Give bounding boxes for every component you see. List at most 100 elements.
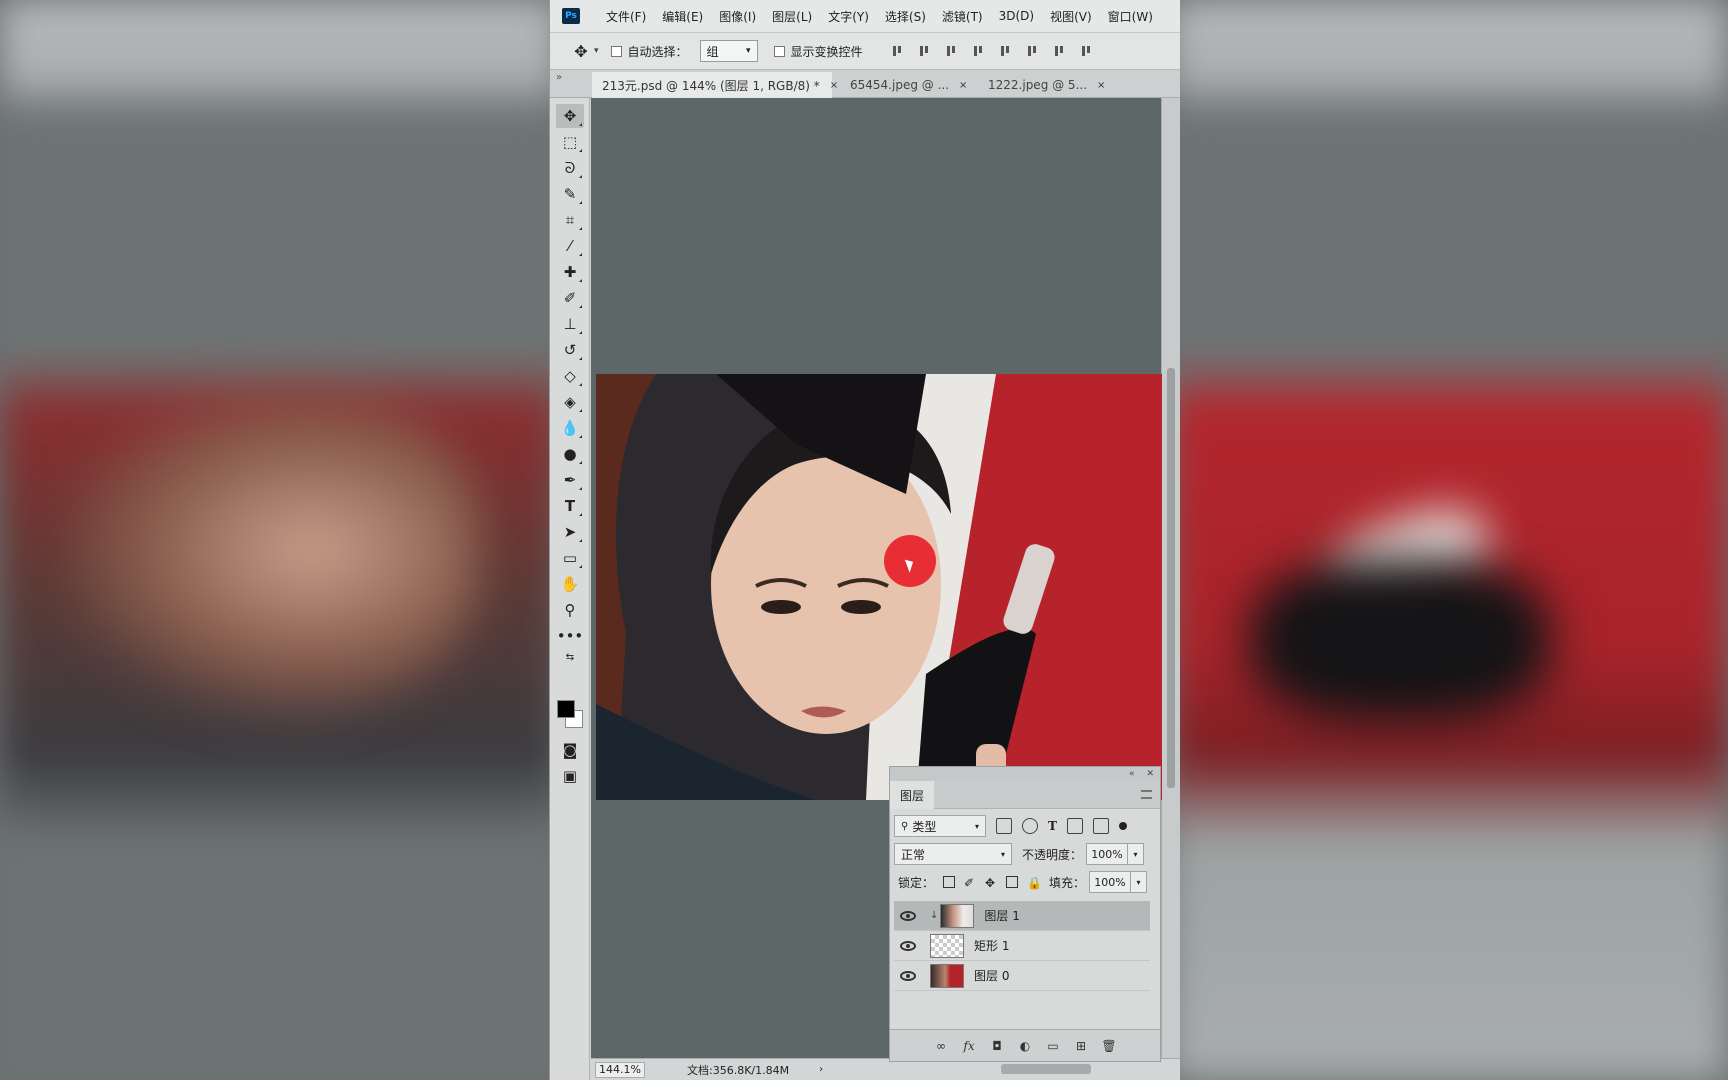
close-icon[interactable]: ✕ xyxy=(1146,769,1154,779)
lock-all-icon[interactable]: 🔒 xyxy=(1027,876,1042,890)
filter-row: ⚲ 类型 ▾ T xyxy=(894,815,1127,837)
close-icon[interactable]: × xyxy=(959,80,967,91)
adjustment-filter-icon[interactable] xyxy=(1022,818,1038,834)
tab-1222-jpeg[interactable]: 1222.jpeg @ 5... × xyxy=(978,72,1108,98)
auto-select-checkbox[interactable] xyxy=(610,45,622,57)
pen-icon[interactable]: ✒ xyxy=(556,468,584,492)
hand-icon[interactable]: ✋ xyxy=(556,572,584,596)
auto-select-dropdown[interactable]: 组 ▾ xyxy=(699,40,758,62)
type-icon[interactable]: T xyxy=(556,494,584,518)
stamp-icon[interactable]: ⊥ xyxy=(556,312,584,336)
eraser-icon[interactable]: ◇ xyxy=(556,364,584,388)
move-tool-icon[interactable]: ✥ xyxy=(556,104,584,128)
lock-artboard-icon[interactable] xyxy=(1006,876,1019,888)
history-brush-icon[interactable]: ↺ xyxy=(556,338,584,362)
tab-213-psd[interactable]: 213元.psd @ 144% (图层 1, RGB/8) * × xyxy=(592,72,838,98)
eye-icon[interactable] xyxy=(900,910,916,921)
smart-object-filter-icon[interactable] xyxy=(1092,818,1109,834)
lock-transparent-icon[interactable] xyxy=(943,876,956,888)
chevron-down-icon[interactable]: ▾ xyxy=(594,46,599,56)
vertical-scrollbar[interactable] xyxy=(1161,98,1180,1058)
menu-view[interactable]: 视图(V) xyxy=(1050,8,1092,25)
opacity-input[interactable]: 100% xyxy=(1086,843,1129,865)
chevron-down-icon[interactable]: ▾ xyxy=(1128,843,1145,865)
collapse-panels-icon[interactable]: » xyxy=(556,72,562,83)
screen-mode-icon[interactable]: ▣ xyxy=(556,764,584,788)
zoom-level[interactable]: 144.1% xyxy=(595,1061,645,1078)
align-bottom-icon[interactable] xyxy=(945,44,959,58)
document-tabs: » 213元.psd @ 144% (图层 1, RGB/8) * × 6545… xyxy=(550,70,1180,98)
panel-menu-icon[interactable] xyxy=(1141,790,1152,799)
blur-icon[interactable]: 💧 xyxy=(556,416,584,440)
path-select-icon[interactable]: ➤ xyxy=(556,520,584,544)
fx-icon[interactable]: fx xyxy=(962,1039,976,1053)
menu-window[interactable]: 窗口(W) xyxy=(1108,8,1153,25)
eye-icon[interactable] xyxy=(900,970,916,981)
quick-select-icon[interactable]: ✎ xyxy=(556,182,584,206)
layer-row-layer-1[interactable]: ↓ 图层 1 xyxy=(894,901,1150,931)
paint-bucket-icon[interactable]: ◈ xyxy=(556,390,584,414)
align-left-icon[interactable] xyxy=(972,44,986,58)
horizontal-scroll-thumb[interactable] xyxy=(1001,1064,1091,1074)
zoom-icon[interactable]: ⚲ xyxy=(556,598,584,622)
dodge-icon[interactable]: ● xyxy=(556,442,584,466)
adjustment-layer-icon[interactable]: ◐ xyxy=(1018,1039,1032,1053)
more-tools-icon[interactable]: ••• xyxy=(556,624,584,648)
layer-name[interactable]: 矩形 1 xyxy=(974,937,1009,954)
link-layers-icon[interactable]: ∞ xyxy=(934,1039,948,1053)
fill-input[interactable]: 100% xyxy=(1089,871,1132,893)
trash-icon[interactable]: 🗑 xyxy=(1101,1039,1116,1053)
rectangle-icon[interactable]: ▭ xyxy=(556,546,584,570)
scrollbar-thumb[interactable] xyxy=(1167,368,1175,788)
type-filter-icon[interactable]: T xyxy=(1048,819,1057,833)
foreground-color-swatch[interactable] xyxy=(557,700,575,718)
menu-layer[interactable]: 图层(L) xyxy=(772,8,812,25)
layer-row-rectangle-1[interactable]: 矩形 1 xyxy=(894,931,1150,961)
pixel-filter-icon[interactable] xyxy=(996,818,1012,834)
new-group-icon[interactable]: ▭ xyxy=(1046,1039,1060,1053)
lock-move-icon[interactable]: ✥ xyxy=(985,876,997,890)
close-icon[interactable]: × xyxy=(830,80,838,91)
filter-type-dropdown[interactable]: ⚲ 类型 ▾ xyxy=(894,815,986,837)
align-right-icon[interactable] xyxy=(1026,44,1040,58)
layer-name[interactable]: 图层 1 xyxy=(984,907,1019,924)
close-icon[interactable]: × xyxy=(1097,80,1105,91)
layer-name[interactable]: 图层 0 xyxy=(974,967,1009,984)
distribute-center-icon[interactable] xyxy=(1080,44,1094,58)
new-layer-icon[interactable]: ⊞ xyxy=(1074,1039,1088,1053)
layer-row-layer-0[interactable]: 图层 0 xyxy=(894,961,1150,991)
collapse-icon[interactable]: « xyxy=(1129,769,1135,779)
menu-filter[interactable]: 滤镜(T) xyxy=(942,8,983,25)
tab-65454-jpeg[interactable]: 65454.jpeg @ ... × xyxy=(840,72,970,98)
eyedropper-icon[interactable]: ⁄ xyxy=(556,234,584,258)
crop-icon[interactable]: ⌗ xyxy=(556,208,584,232)
lasso-icon[interactable]: ᘐ xyxy=(556,156,584,180)
menu-3d[interactable]: 3D(D) xyxy=(999,9,1034,23)
blend-mode-dropdown[interactable]: 正常 ▾ xyxy=(894,843,1012,865)
document-image[interactable] xyxy=(596,374,1162,800)
filter-toggle-icon[interactable] xyxy=(1118,822,1127,830)
menu-type[interactable]: 文字(Y) xyxy=(828,8,869,25)
chevron-down-icon[interactable]: ▾ xyxy=(1131,871,1148,893)
marquee-icon[interactable]: ⬚ xyxy=(556,130,584,154)
swap-colors-icon[interactable]: ⇆ xyxy=(556,650,584,664)
menu-image[interactable]: 图像(I) xyxy=(719,8,756,25)
distribute-top-icon[interactable] xyxy=(1053,44,1067,58)
lock-paint-icon[interactable]: ✐ xyxy=(964,876,976,890)
tab-layers[interactable]: 图层 xyxy=(890,781,934,809)
status-menu-arrow[interactable]: › xyxy=(819,1064,823,1075)
healing-icon[interactable]: ✚ xyxy=(556,260,584,284)
eye-icon[interactable] xyxy=(900,940,916,951)
move-tool-preset-icon[interactable]: ✥ xyxy=(570,40,592,62)
menu-file[interactable]: 文件(F) xyxy=(606,8,646,25)
add-mask-icon[interactable]: ◘ xyxy=(990,1039,1004,1053)
shape-filter-icon[interactable] xyxy=(1066,818,1083,834)
quick-mask-icon[interactable]: ◙ xyxy=(556,738,584,762)
show-transform-checkbox[interactable] xyxy=(773,45,785,57)
align-hcenter-icon[interactable] xyxy=(999,44,1013,58)
menu-select[interactable]: 选择(S) xyxy=(885,8,926,25)
align-vcenter-icon[interactable] xyxy=(918,44,932,58)
align-top-icon[interactable] xyxy=(891,44,905,58)
brush-icon[interactable]: ✐ xyxy=(556,286,584,310)
menu-edit[interactable]: 编辑(E) xyxy=(662,8,703,25)
